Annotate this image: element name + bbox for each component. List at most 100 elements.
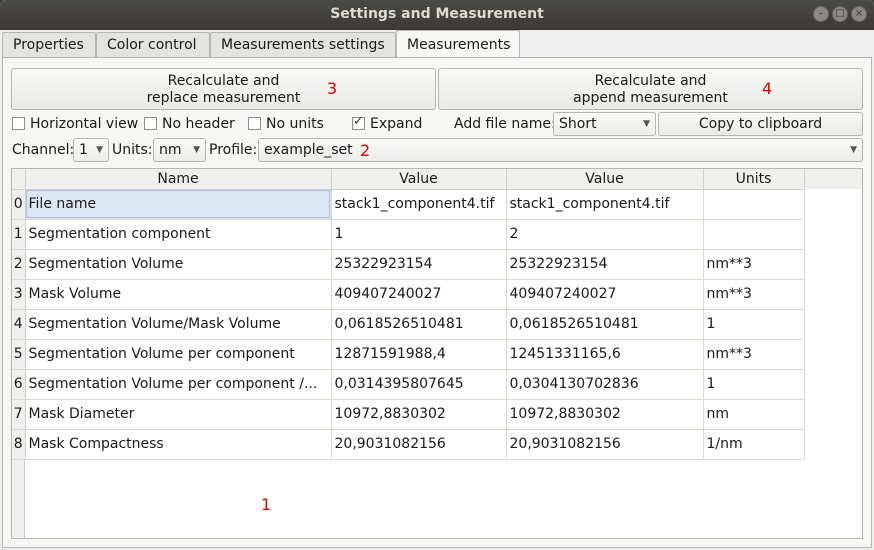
table-cell-name[interactable]: File name	[25, 189, 332, 220]
row-header[interactable]: 2	[12, 249, 26, 280]
table-cell-name[interactable]: Mask Compactness	[25, 429, 332, 460]
table-cell-value[interactable]: 409407240027	[331, 279, 507, 310]
row-header[interactable]: 0	[12, 189, 26, 220]
tab-properties[interactable]: Properties	[2, 32, 96, 58]
horizontal-view-checkbox[interactable]: Horizontal view	[12, 116, 138, 134]
close-icon[interactable]: ×	[851, 6, 867, 22]
table-cell-units[interactable]: nm**3	[703, 249, 805, 280]
channel-value: 1	[79, 142, 88, 158]
table-cell-value[interactable]: 409407240027	[506, 279, 704, 310]
row-header[interactable]: 3	[12, 279, 26, 310]
table-cell-name[interactable]: Segmentation Volume/Mask Volume	[25, 309, 332, 340]
row-header[interactable]: 6	[12, 369, 26, 400]
table-cell-value[interactable]: 0,0618526510481	[506, 309, 704, 340]
table-row: 2 Segmentation Volume 25322923154 253229…	[12, 249, 805, 280]
dropdown-arrow-icon: ▼	[850, 145, 857, 155]
add-file-name-select[interactable]: Short ▼	[553, 112, 656, 136]
no-header-label: No header	[162, 116, 235, 132]
table-cell-value[interactable]: 0,0618526510481	[331, 309, 507, 340]
units-label: Units:	[112, 142, 153, 158]
table-cell-value[interactable]: 10972,8830302	[506, 399, 704, 430]
marker-3: 3	[327, 79, 338, 98]
row-header[interactable]: 8	[12, 429, 26, 460]
table-cell-value[interactable]: 25322923154	[331, 249, 507, 280]
row-header[interactable]: 4	[12, 309, 26, 340]
table-row: 6 Segmentation Volume per component /...…	[12, 369, 805, 400]
recalculate-replace-line1: Recalculate and	[167, 73, 280, 89]
row-header-gutter	[12, 460, 25, 538]
profile-select[interactable]: example_set ▼	[258, 138, 863, 162]
marker-4: 4	[762, 79, 773, 98]
tab-color-control[interactable]: Color control	[96, 32, 210, 58]
table-cell-value[interactable]: 20,9031082156	[506, 429, 704, 460]
no-units-label: No units	[266, 116, 324, 132]
no-units-checkbox[interactable]: No units	[248, 116, 324, 134]
table-cell-value[interactable]: 0,0314395807645	[331, 369, 507, 400]
marker-1: 1	[261, 495, 272, 514]
table-cell-name[interactable]: Segmentation component	[25, 219, 332, 250]
corner-cell[interactable]	[12, 169, 26, 190]
no-header-checkbox[interactable]: No header	[144, 116, 235, 134]
table-row: 0 File name stack1_component4.tif stack1…	[12, 189, 805, 220]
settings-window: Settings and Measurement – □ × Propertie…	[0, 0, 874, 550]
header-row: Name Value Value Units	[12, 169, 805, 190]
table-cell-units[interactable]: 1	[703, 369, 805, 400]
profile-label: Profile:	[209, 142, 258, 158]
add-file-name-value: Short	[559, 116, 597, 132]
table-cell-units[interactable]: 1/nm	[703, 429, 805, 460]
table-cell-value[interactable]: stack1_component4.tif	[331, 189, 507, 220]
table-cell-units[interactable]: nm	[703, 399, 805, 430]
table-cell-units[interactable]: 1	[703, 309, 805, 340]
table-cell-value[interactable]: 10972,8830302	[331, 399, 507, 430]
table-cell-units[interactable]	[703, 189, 805, 220]
table-row: 3 Mask Volume 409407240027 409407240027 …	[12, 279, 805, 310]
row-header[interactable]: 1	[12, 219, 26, 250]
table-cell-value[interactable]: 25322923154	[506, 249, 704, 280]
dropdown-arrow-icon: ▼	[96, 145, 103, 155]
table-cell-name[interactable]: Segmentation Volume per component /...	[25, 369, 332, 400]
column-header-value[interactable]: Value	[506, 169, 704, 190]
channel-select[interactable]: 1 ▼	[73, 138, 109, 162]
title-bar: Settings and Measurement – □ ×	[0, 0, 874, 30]
table-cell-value[interactable]: stack1_component4.tif	[506, 189, 704, 220]
dropdown-arrow-icon: ▼	[193, 145, 200, 155]
recalculate-append-button[interactable]: Recalculate and append measurement	[438, 68, 863, 110]
column-header-units[interactable]: Units	[703, 169, 805, 190]
table-cell-name[interactable]: Segmentation Volume	[25, 249, 332, 280]
expand-checkbox[interactable]: Expand	[352, 114, 422, 134]
tab-measurements-settings[interactable]: Measurements settings	[210, 32, 396, 58]
row-header[interactable]: 5	[12, 339, 26, 370]
table-cell-units[interactable]: nm**3	[703, 279, 805, 310]
table-cell-value[interactable]: 0,0304130702836	[506, 369, 704, 400]
measurements-panel: Recalculate and replace measurement 3 Re…	[2, 57, 872, 548]
checkbox-icon	[248, 117, 261, 130]
table-cell-name[interactable]: Mask Volume	[25, 279, 332, 310]
table-row: 1 Segmentation component 1 2	[12, 219, 805, 250]
measurements-table: Name Value Value Units 0 File name stack…	[11, 168, 863, 539]
channel-label: Channel:	[12, 142, 75, 158]
table-cell-name[interactable]: Mask Diameter	[25, 399, 332, 430]
table-cell-value[interactable]: 20,9031082156	[331, 429, 507, 460]
window-title: Settings and Measurement	[330, 6, 544, 22]
column-header-name[interactable]: Name	[25, 169, 332, 190]
units-select[interactable]: nm ▼	[153, 138, 206, 162]
table-row: 5 Segmentation Volume per component 1287…	[12, 339, 805, 370]
minimize-icon[interactable]: –	[813, 6, 829, 22]
maximize-icon[interactable]: □	[832, 6, 848, 22]
profile-value: example_set	[264, 142, 353, 158]
horizontal-view-label: Horizontal view	[30, 116, 139, 132]
copy-to-clipboard-button[interactable]: Copy to clipboard	[658, 112, 863, 136]
table-cell-units[interactable]: nm**3	[703, 339, 805, 370]
column-header-value[interactable]: Value	[331, 169, 507, 190]
tab-measurements[interactable]: Measurements	[396, 30, 520, 59]
add-file-name-label: Add file name:	[454, 116, 556, 132]
table-cell-value[interactable]: 12871591988,4	[331, 339, 507, 370]
table-cell-units[interactable]	[703, 219, 805, 250]
recalculate-replace-button[interactable]: Recalculate and replace measurement	[11, 68, 436, 110]
table-cell-value[interactable]: 1	[331, 219, 507, 250]
row-header[interactable]: 7	[12, 399, 26, 430]
table-cell-value[interactable]: 2	[506, 219, 704, 250]
recalculate-append-line1: Recalculate and	[594, 73, 707, 89]
table-cell-value[interactable]: 12451331165,6	[506, 339, 704, 370]
table-cell-name[interactable]: Segmentation Volume per component	[25, 339, 332, 370]
